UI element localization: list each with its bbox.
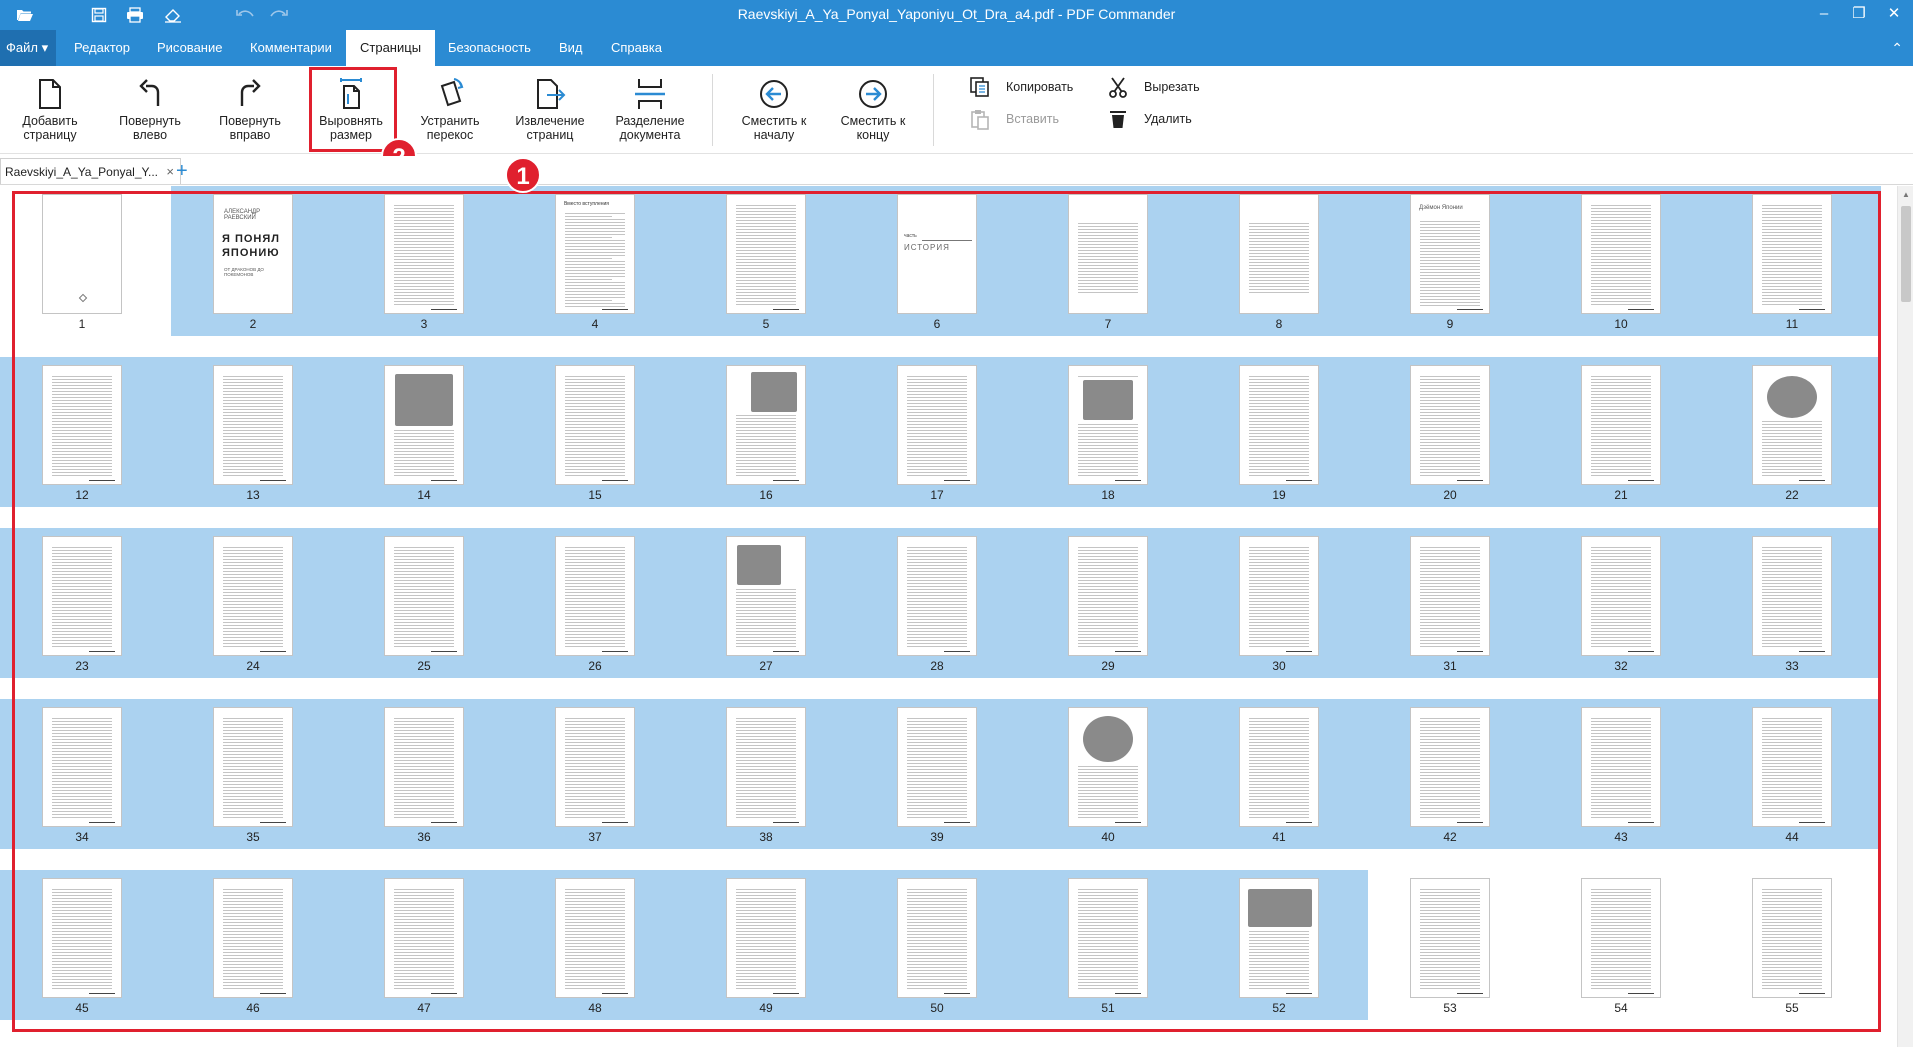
trash-icon [1104,106,1132,132]
scroll-up-icon[interactable]: ▲ [1898,188,1913,202]
move-to-start-button[interactable]: Сместить к началу [728,74,820,150]
menu-comments[interactable]: Комментарии [236,30,346,66]
scissors-icon [1104,74,1132,100]
deskew-label: Устранить перекос [420,114,480,142]
scrollbar-thumb[interactable] [1901,206,1911,302]
paste-label: Вставить [1006,112,1059,126]
add-page-icon [4,74,96,114]
copy-button[interactable]: Копировать [966,74,1073,100]
menu-file[interactable]: Файл ▾ [0,30,57,66]
menu-view[interactable]: Вид [545,30,597,66]
extract-pages-label: Извлечение страниц [515,114,585,142]
cut-label: Вырезать [1144,80,1200,94]
vertical-scrollbar[interactable]: ▲ [1897,186,1913,1047]
thumbnail-grid-highlight [12,191,1881,1032]
caret-down-icon: ▾ [41,40,49,55]
restore-button[interactable]: ❐ [1846,3,1872,25]
rotate-right-icon [204,74,296,114]
split-document-label: Разделение документа [615,114,685,142]
rotate-left-label: Повернуть влево [119,114,181,142]
window-title: Raevskiyi_A_Ya_Ponyal_Yaponiyu_Ot_Dra_a4… [737,6,1176,22]
menu-bar: Файл ▾ Редактор Рисование Комментарии Ст… [0,30,1913,66]
close-button[interactable]: ✕ [1881,3,1907,25]
deskew-icon [404,74,496,114]
page-thumbnails-area: 1 АЛЕКСАНДР РАЕВСКИЙ Я ПОНЯЛ ЯПОНИЮ ОТ ДРАКО… [0,186,1897,1047]
rotate-left-icon [104,74,196,114]
extract-pages-icon [504,74,596,114]
collapse-ribbon-icon[interactable]: ⌃ [1891,30,1903,66]
document-tabs-bar: Raevskiyi_A_Ya_Ponyal_Y... × + [0,156,1913,185]
ribbon-toolbar: Добавить страницу Повернуть влево Поверн… [0,66,1913,174]
menu-pages[interactable]: Страницы [346,30,436,66]
menu-help[interactable]: Справка [597,30,676,66]
cut-button[interactable]: Вырезать [1104,74,1200,100]
add-tab-button[interactable]: + [176,158,188,184]
annotation-badge-1: 1 [505,157,541,193]
align-size-highlight [309,67,397,152]
copy-label: Копировать [1006,80,1074,94]
move-to-start-label: Сместить к началу [741,114,807,142]
delete-label: Удалить [1144,112,1192,126]
ribbon-separator [933,74,934,146]
minimize-button[interactable]: – [1811,3,1837,25]
app-window: Raevskiyi_A_Ya_Ponyal_Yaponiyu_Ot_Dra_a4… [0,0,1913,1047]
rotate-right-label: Повернуть вправо [219,114,281,142]
rotate-left-button[interactable]: Повернуть влево [104,74,196,150]
menu-drawing[interactable]: Рисование [143,30,236,66]
document-tab-label: Raevskiyi_A_Ya_Ponyal_Y... [5,165,158,179]
rotate-right-button[interactable]: Повернуть вправо [204,74,296,150]
delete-button[interactable]: Удалить [1104,106,1192,132]
ribbon-separator [712,74,713,146]
menu-file-label: Файл [6,40,38,55]
menu-security[interactable]: Безопасность [434,30,545,66]
title-bar: Raevskiyi_A_Ya_Ponyal_Yaponiyu_Ot_Dra_a4… [0,0,1913,30]
close-tab-icon[interactable]: × [166,159,174,185]
add-page-label: Добавить страницу [22,114,78,142]
copy-icon [966,74,994,100]
paste-icon [966,106,994,132]
add-page-button[interactable]: Добавить страницу [4,74,96,150]
move-to-start-icon [728,74,820,114]
menu-editor[interactable]: Редактор [60,30,144,66]
move-to-end-icon [827,74,919,114]
deskew-button[interactable]: Устранить перекос [404,74,496,150]
split-document-icon [604,74,696,114]
extract-pages-button[interactable]: Извлечение страниц [504,74,596,150]
move-to-end-label: Сместить к концу [840,114,906,142]
document-tab[interactable]: Raevskiyi_A_Ya_Ponyal_Y... × [0,158,181,184]
paste-button[interactable]: Вставить [966,106,1059,132]
move-to-end-button[interactable]: Сместить к концу [827,74,919,150]
split-document-button[interactable]: Разделение документа [604,74,696,150]
